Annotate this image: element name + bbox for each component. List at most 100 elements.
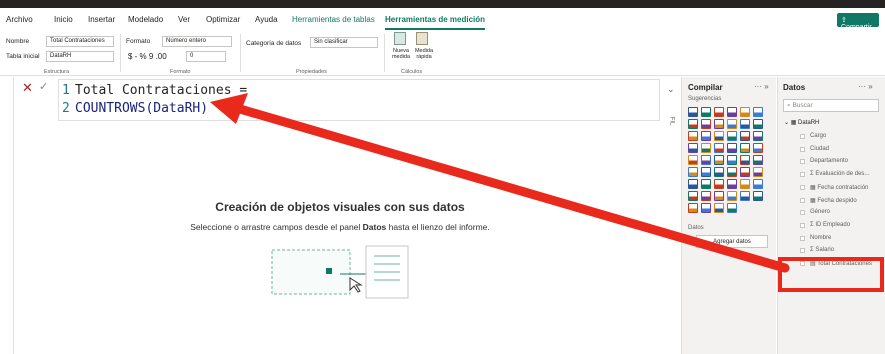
visual-type-icon[interactable] [688,131,698,141]
formula-line-2[interactable]: COUNTROWS(DataRH) [75,101,208,116]
visual-type-icon[interactable] [714,107,724,117]
home-table-select[interactable]: DataRH [46,51,114,62]
visual-type-icon[interactable] [714,179,724,189]
more-options-icon[interactable]: ··· » [858,82,873,91]
visual-type-icon[interactable] [701,143,711,153]
visual-type-icon[interactable] [740,143,750,153]
visual-type-icon[interactable] [753,143,763,153]
tab-optimizar[interactable]: Optimizar [206,15,240,24]
visual-type-icon[interactable] [714,131,724,141]
tab-modelado[interactable]: Modelado [128,15,163,24]
visual-type-icon[interactable] [688,119,698,129]
search-input[interactable]: ⌕ Buscar [783,99,879,112]
visual-type-icon[interactable] [688,179,698,189]
tab-ver[interactable]: Ver [178,15,190,24]
visual-type-icon[interactable] [753,167,763,177]
tab-table-tools[interactable]: Herramientas de tablas [292,15,375,24]
field-checkbox[interactable] [800,210,805,216]
format-symbols[interactable]: $ - % 9 .00 [128,52,167,61]
visual-type-icon[interactable] [727,143,737,153]
quick-measure-button[interactable]: Medida rápida [412,48,436,60]
field-item[interactable]: ▤ Total Contrataciones [810,260,872,267]
field-checkbox[interactable] [800,159,805,165]
visual-type-icon[interactable] [740,119,750,129]
visual-type-icon[interactable] [727,179,737,189]
visual-type-icon[interactable] [688,191,698,201]
visual-type-icon[interactable] [753,131,763,141]
visual-type-icon[interactable] [727,119,737,129]
visual-type-icon[interactable] [701,203,711,213]
visual-type-icon[interactable] [701,131,711,141]
add-data-button[interactable]: Agregar datos [696,235,768,248]
visual-type-icon[interactable] [753,179,763,189]
visual-type-icon[interactable] [701,107,711,117]
share-button[interactable]: ⇪ Compartir [837,13,879,31]
visual-type-icon[interactable] [727,131,737,141]
visual-type-icon[interactable] [714,155,724,165]
visual-type-icon[interactable] [727,155,737,165]
visual-type-icon[interactable] [714,191,724,201]
field-item[interactable]: Ciudad [810,146,829,152]
visual-type-icon[interactable] [727,191,737,201]
field-checkbox[interactable] [800,248,805,254]
field-item[interactable]: Departamento [810,158,848,164]
visual-type-icon[interactable] [727,107,737,117]
visual-type-icon[interactable] [753,107,763,117]
cancel-icon[interactable]: ✕ [22,80,33,96]
visual-type-icon[interactable] [753,119,763,129]
visual-type-icon[interactable] [740,131,750,141]
field-checkbox[interactable] [800,146,805,152]
visual-gallery[interactable] [688,107,772,217]
field-item[interactable]: Cargo [810,133,826,139]
formula-bar[interactable]: 1 Total Contrataciones = 2 COUNTROWS(Dat… [58,79,660,121]
formula-line-1[interactable]: Total Contrataciones = [75,83,247,98]
tab-measure-tools[interactable]: Herramientas de medición [385,15,486,30]
commit-icon[interactable]: ✓ [39,80,48,93]
visual-type-icon[interactable] [688,143,698,153]
field-item[interactable]: ▦ Fecha despido [810,197,857,204]
field-checkbox[interactable] [800,197,805,203]
visual-type-icon[interactable] [740,107,750,117]
field-checkbox[interactable] [800,235,805,241]
field-item[interactable]: Σ Salario [810,247,834,253]
field-item[interactable]: Género [810,209,830,215]
visual-type-icon[interactable] [701,179,711,189]
field-checkbox[interactable] [800,172,805,178]
tab-archivo[interactable]: Archivo [6,15,33,24]
name-field[interactable]: Total Contrataciones [46,36,114,47]
field-item[interactable]: Σ ID Empleado [810,222,850,228]
format-select[interactable]: Número entero [162,36,232,47]
visual-type-icon[interactable] [740,179,750,189]
field-checkbox[interactable] [800,261,805,266]
visual-type-icon[interactable] [701,119,711,129]
field-item[interactable]: Nombre [810,235,831,241]
visual-type-icon[interactable] [740,191,750,201]
filters-tab[interactable]: FIL [668,117,674,126]
field-item[interactable]: ▦ Fecha contratación [810,184,868,191]
more-options-icon[interactable]: ··· » [754,82,769,91]
visual-type-icon[interactable] [727,167,737,177]
field-checkbox[interactable] [800,222,805,228]
field-checkbox[interactable] [800,184,805,190]
tab-insertar[interactable]: Insertar [88,15,115,24]
visual-type-icon[interactable] [688,155,698,165]
visual-type-icon[interactable] [701,167,711,177]
chevron-down-icon[interactable]: ⌄ [667,84,675,95]
visual-type-icon[interactable] [714,203,724,213]
tab-inicio[interactable]: Inicio [54,15,73,24]
visual-type-icon[interactable] [688,203,698,213]
table-node[interactable]: ⌄ ▦ DataRH [784,119,819,126]
visual-type-icon[interactable] [727,203,737,213]
visual-type-icon[interactable] [740,155,750,165]
visual-type-icon[interactable] [753,155,763,165]
field-checkbox[interactable] [800,134,805,139]
tab-ayuda[interactable]: Ayuda [255,15,278,24]
field-item[interactable]: Σ Evaluación de des... [810,171,869,177]
visual-type-icon[interactable] [688,107,698,117]
visual-type-icon[interactable] [701,155,711,165]
visual-type-icon[interactable] [688,167,698,177]
visual-type-icon[interactable] [714,143,724,153]
visual-type-icon[interactable] [740,167,750,177]
new-measure-icon[interactable] [394,32,406,45]
visual-type-icon[interactable] [701,191,711,201]
